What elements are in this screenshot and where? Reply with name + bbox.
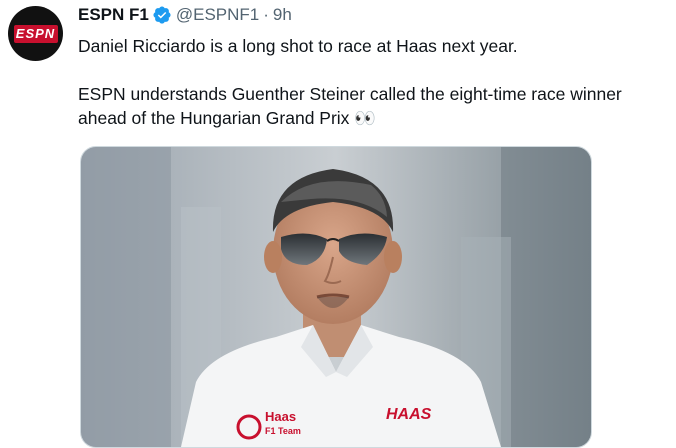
user-handle[interactable]: @ESPNF1 (176, 5, 259, 25)
tweet-text: Daniel Ricciardo is a long shot to race … (78, 34, 668, 130)
tweet-photo[interactable]: Haas F1 Team HAAS (80, 146, 592, 448)
tweet-timestamp[interactable]: 9h (273, 5, 292, 25)
header-separator: · (263, 5, 269, 24)
shirt-logo-right: HAAS (386, 406, 432, 423)
espn-logo: ESPN (13, 24, 58, 43)
verified-badge-icon (153, 6, 171, 24)
display-name[interactable]: ESPN F1 (78, 5, 149, 25)
shirt-logo-left: Haas (265, 409, 296, 424)
photo-illustration: Haas F1 Team HAAS (81, 147, 591, 447)
profile-avatar[interactable]: ESPN (8, 6, 63, 61)
tweet-paragraph-1: Daniel Ricciardo is a long shot to race … (78, 36, 518, 56)
tweet-header: ESPN F1 @ESPNF1 · 9h (78, 4, 292, 26)
tweet-paragraph-2: ESPN understands Guenther Steiner called… (78, 84, 622, 128)
